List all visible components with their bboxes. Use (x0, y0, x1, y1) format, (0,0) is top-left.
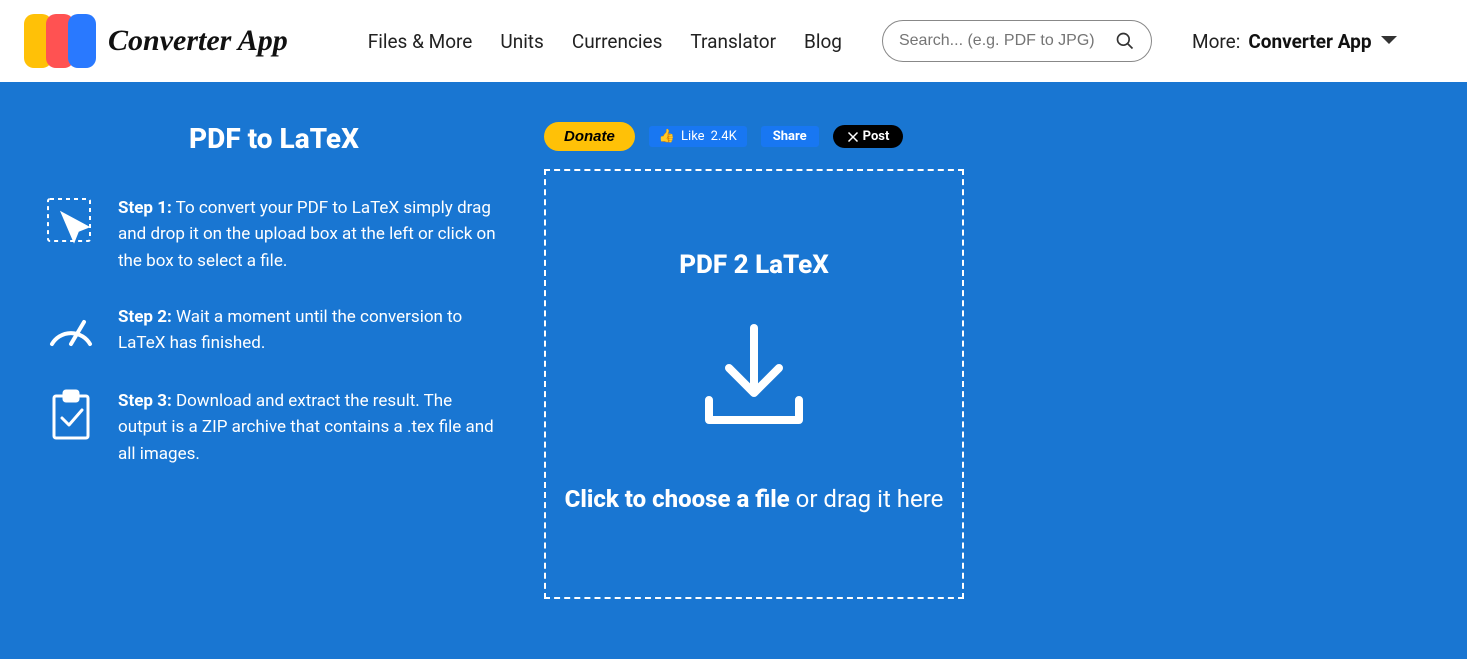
dropzone-title: PDF 2 LaTeX (679, 250, 829, 280)
search-icon[interactable] (1115, 31, 1135, 51)
fb-like-button[interactable]: 👍 Like 2.4K (649, 126, 747, 147)
step-2: Step 2: Wait a moment until the conversi… (44, 304, 504, 358)
x-post-button[interactable]: Post (833, 125, 904, 148)
chevron-down-icon (1380, 35, 1398, 47)
download-icon (694, 320, 814, 430)
nav-currencies[interactable]: Currencies (572, 30, 663, 53)
step-3-label: Step 3: (118, 391, 172, 411)
social-row: Donate 👍 Like 2.4K Share Post (544, 122, 1423, 151)
fb-like-count: 2.4K (711, 129, 737, 144)
nav-blog[interactable]: Blog (804, 30, 842, 53)
more-dropdown[interactable]: More: Converter App (1192, 30, 1398, 53)
step-1: Step 1: To convert your PDF to LaTeX sim… (44, 195, 504, 274)
cursor-icon (44, 195, 98, 249)
step-1-text: Step 1: To convert your PDF to LaTeX sim… (118, 195, 504, 274)
main-nav: Files & More Units Currencies Translator… (368, 30, 842, 53)
instructions-column: PDF to LaTeX Step 1: To convert your PDF… (44, 122, 504, 599)
step-1-body: To convert your PDF to LaTeX simply drag… (118, 198, 496, 271)
fb-like-label: Like (681, 129, 705, 144)
logo[interactable]: Converter App (24, 14, 288, 68)
step-3-text: Step 3: Download and extract the result.… (118, 388, 504, 467)
step-1-label: Step 1: (118, 198, 172, 218)
clipboard-check-icon (44, 388, 98, 442)
x-post-label: Post (863, 129, 890, 144)
dropzone-main-text: Click to choose a file (565, 485, 790, 513)
gauge-icon (44, 304, 98, 358)
header: Converter App Files & More Units Currenc… (0, 0, 1467, 82)
main-content: PDF to LaTeX Step 1: To convert your PDF… (0, 82, 1467, 659)
nav-translator[interactable]: Translator (690, 30, 776, 53)
dropzone-sub-text: or drag it here (796, 485, 944, 513)
dropzone-text: Click to choose a file or drag it here (565, 480, 944, 518)
nav-files[interactable]: Files & More (368, 30, 473, 53)
x-icon (847, 131, 859, 143)
more-label: More: (1192, 30, 1240, 53)
nav-units[interactable]: Units (500, 30, 543, 53)
thumbs-up-icon: 👍 (659, 129, 675, 144)
search-input[interactable] (899, 32, 1115, 50)
upload-column: Donate 👍 Like 2.4K Share Post PDF 2 LaTe… (544, 122, 1423, 599)
more-app-name: Converter App (1248, 30, 1371, 53)
fb-share-button[interactable]: Share (761, 126, 819, 147)
logo-icon (24, 14, 96, 68)
search-container (882, 20, 1152, 62)
step-3-body: Download and extract the result. The out… (118, 391, 494, 464)
step-3: Step 3: Download and extract the result.… (44, 388, 504, 467)
logo-text: Converter App (108, 24, 288, 58)
step-2-label: Step 2: (118, 307, 172, 327)
file-dropzone[interactable]: PDF 2 LaTeX Click to choose a file or dr… (544, 169, 964, 599)
donate-button[interactable]: Donate (544, 122, 635, 151)
step-2-text: Step 2: Wait a moment until the conversi… (118, 304, 504, 358)
page-title: PDF to LaTeX (44, 122, 504, 155)
